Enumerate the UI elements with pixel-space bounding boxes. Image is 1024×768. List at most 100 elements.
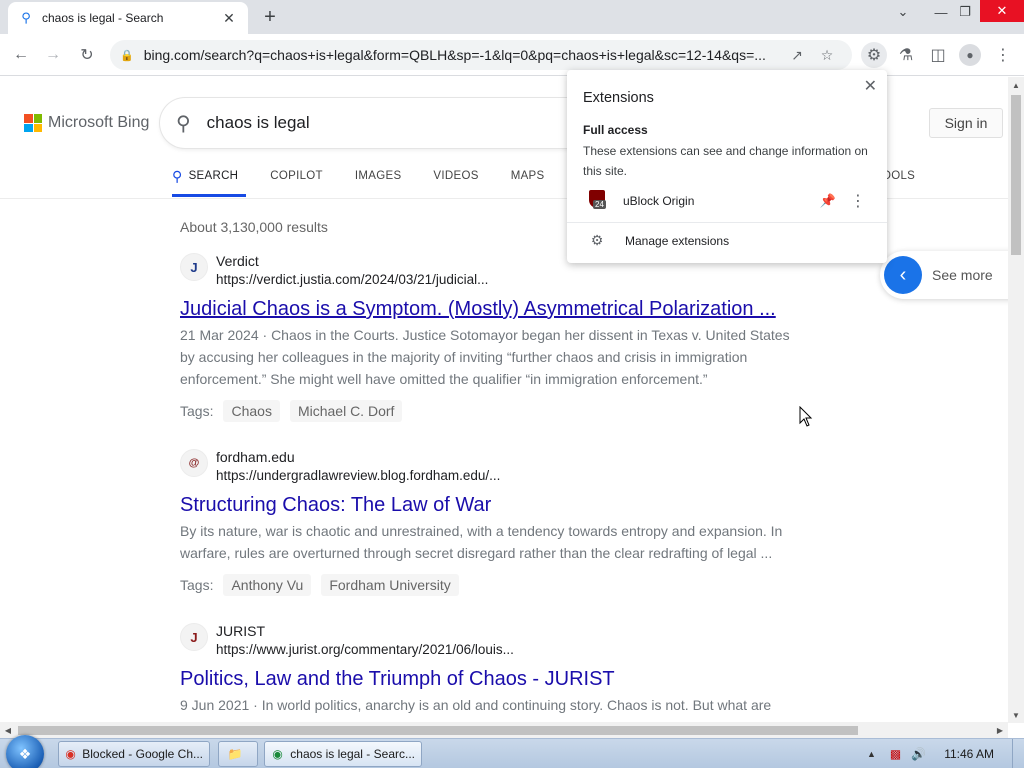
taskbar: ❖ ◉ Blocked - Google Ch... 📁 ◉ chaos is … <box>0 735 1024 768</box>
extensions-popup: Extensions ✕ Full access These extension… <box>567 70 887 263</box>
result-source[interactable]: @ fordham.edu https://undergradlawreview… <box>180 448 790 486</box>
see-more-label: See more <box>932 267 993 283</box>
restore-icon[interactable]: ❐ <box>950 0 980 24</box>
volume-icon[interactable]: 🔊 <box>911 747 926 761</box>
result-source[interactable]: J JURIST https://www.jurist.org/commenta… <box>180 622 790 660</box>
lock-icon: 🔒 <box>120 49 134 62</box>
network-icon[interactable]: ▩ <box>890 747 901 761</box>
tab-title: chaos is legal - Search <box>42 11 164 25</box>
scroll-left-icon[interactable]: ◀ <box>0 722 16 738</box>
manage-extensions-label: Manage extensions <box>625 233 730 248</box>
back-icon[interactable]: ← <box>8 42 34 68</box>
pin-icon[interactable]: 📌 <box>813 193 843 209</box>
puzzle-extensions-icon[interactable]: ⚙ <box>861 42 887 68</box>
result-snippet: By its nature, war is chaotic and unrest… <box>180 523 783 561</box>
browser-tab[interactable]: ⚲ chaos is legal - Search ✕ <box>8 2 248 34</box>
site-favicon-icon: J <box>180 253 208 281</box>
tab-videos[interactable]: VIDEOS <box>433 162 478 190</box>
full-access-description: These extensions can see and change info… <box>583 144 868 178</box>
menu-kebab-icon[interactable]: ⋮ <box>990 42 1016 68</box>
logo-text: Microsoft Bing <box>48 114 150 131</box>
flask-extension-icon[interactable]: ⚗ <box>893 42 919 68</box>
result-title-link[interactable]: Judicial Chaos is a Symptom. (Mostly) As… <box>180 296 790 322</box>
taskbar-item-edge[interactable]: ◉ chaos is legal - Searc... <box>264 741 422 767</box>
tab-strip: ⚲ chaos is legal - Search ✕ + ⌄ — ❐ ✕ <box>0 0 1024 34</box>
taskbar-item-explorer[interactable]: 📁 <box>218 741 258 767</box>
extension-name: uBlock Origin <box>623 194 695 208</box>
tab-copilot[interactable]: COPILOT <box>270 162 323 190</box>
search-icon: ⚲ <box>172 167 183 184</box>
result-snippet: 21 Mar 2024 · Chaos in the Courts. Justi… <box>180 327 790 387</box>
results-count: About 3,130,000 results <box>180 219 328 235</box>
search-result: J JURIST https://www.jurist.org/commenta… <box>180 622 790 716</box>
bing-logo[interactable]: Microsoft Bing <box>24 114 149 132</box>
tags-label: Tags: <box>180 577 214 593</box>
result-snippet: 9 Jun 2021 · In world politics, anarchy … <box>180 697 772 713</box>
result-tags: Tags: Anthony Vu Fordham University <box>180 574 790 596</box>
system-tray: ▲ ▩ 🔊 11:46 AM <box>867 739 1024 768</box>
tab-search[interactable]: ⚲ SEARCH <box>172 162 247 197</box>
manage-extensions-button[interactable]: ⚙ Manage extensions <box>589 232 729 249</box>
tab-maps[interactable]: MAPS <box>511 162 545 190</box>
result-tags: Tags: Chaos Michael C. Dorf <box>180 400 790 422</box>
site-name: JURIST <box>216 623 265 639</box>
tag-chip[interactable]: Fordham University <box>321 574 459 596</box>
bookmark-star-icon[interactable]: ☆ <box>812 47 842 64</box>
scroll-right-icon[interactable]: ▶ <box>992 722 1008 738</box>
profile-button[interactable]: ● <box>957 42 983 68</box>
popup-close-icon[interactable]: ✕ <box>864 76 877 96</box>
result-date: 9 Jun 2021 · <box>180 697 258 713</box>
sign-in-button[interactable]: Sign in <box>929 108 1003 138</box>
horizontal-scrollbar[interactable]: ◀ ▶ <box>0 722 1008 738</box>
tab-search-icon[interactable]: ⌄ <box>888 0 918 24</box>
tags-label: Tags: <box>180 403 214 419</box>
address-bar[interactable]: 🔒 bing.com/search?q=chaos+is+legal&form=… <box>110 40 852 70</box>
url-text: bing.com/search?q=chaos+is+legal&form=QB… <box>143 47 766 63</box>
search-box[interactable]: ⚲ chaos is legal <box>160 98 620 148</box>
scroll-thumb[interactable] <box>1011 95 1021 255</box>
tab-close-icon[interactable]: ✕ <box>220 9 238 27</box>
search-result: @ fordham.edu https://undergradlawreview… <box>180 448 790 596</box>
site-name: Verdict <box>216 253 259 269</box>
scroll-up-icon[interactable]: ▲ <box>1008 77 1024 93</box>
site-name: fordham.edu <box>216 449 295 465</box>
tag-chip[interactable]: Chaos <box>223 400 280 422</box>
tag-chip[interactable]: Michael C. Dorf <box>289 400 403 422</box>
extension-row-ublock[interactable]: 24 uBlock Origin 📌 ⋮ <box>583 188 873 214</box>
site-favicon-icon: J <box>180 623 208 651</box>
vertical-scrollbar[interactable]: ▲ ▼ <box>1008 77 1024 723</box>
chevron-left-icon: ‹ <box>884 256 922 294</box>
result-title-link[interactable]: Politics, Law and the Triumph of Chaos -… <box>180 666 790 692</box>
blocked-count-badge: 24 <box>593 200 606 209</box>
show-hidden-icons-icon[interactable]: ▲ <box>867 749 876 759</box>
mouse-cursor-icon <box>799 406 813 427</box>
taskbar-item-chrome[interactable]: ◉ Blocked - Google Ch... <box>58 741 210 767</box>
forward-icon[interactable]: → <box>40 42 66 68</box>
gear-icon: ⚙ <box>590 232 604 248</box>
site-favicon-icon: @ <box>180 449 208 477</box>
result-title-link[interactable]: Structuring Chaos: The Law of War <box>180 492 790 518</box>
reload-icon[interactable]: ↻ <box>74 42 100 68</box>
show-desktop-button[interactable] <box>1012 739 1024 768</box>
microsoft-logo-icon <box>24 114 42 132</box>
chrome-icon: ◉ <box>65 747 76 761</box>
see-more-button[interactable]: ‹ See more <box>880 251 1015 299</box>
popup-title: Extensions <box>583 90 654 106</box>
new-tab-button[interactable]: + <box>258 6 282 28</box>
folder-icon: 📁 <box>227 747 243 761</box>
scroll-thumb[interactable] <box>18 726 858 735</box>
result-url: https://verdict.justia.com/2024/03/21/ju… <box>216 272 489 287</box>
window-close-icon[interactable]: ✕ <box>980 0 1024 22</box>
side-panel-icon[interactable]: ◫ <box>925 42 951 68</box>
search-icon: ⚲ <box>21 10 31 25</box>
share-icon[interactable]: ↗ <box>782 47 812 64</box>
more-options-icon[interactable]: ⋮ <box>843 191 873 211</box>
tab-images[interactable]: IMAGES <box>355 162 402 190</box>
search-input[interactable]: chaos is legal <box>207 113 310 133</box>
scroll-down-icon[interactable]: ▼ <box>1008 707 1024 723</box>
start-button[interactable]: ❖ <box>6 735 44 768</box>
tag-chip[interactable]: Anthony Vu <box>223 574 312 596</box>
result-date: 21 Mar 2024 · <box>180 327 268 343</box>
full-access-heading: Full access <box>583 123 648 137</box>
clock[interactable]: 11:46 AM <box>944 747 994 761</box>
